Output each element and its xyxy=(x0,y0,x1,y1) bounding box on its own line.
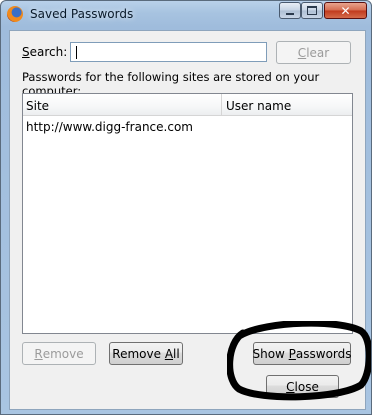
title-bar[interactable]: Saved Passwords ✕ xyxy=(1,1,371,29)
remove-all-button[interactable]: Remove All xyxy=(109,342,183,365)
site-cell: http://www.digg-france.com xyxy=(26,120,193,134)
close-button[interactable]: Close xyxy=(266,375,339,398)
list-header: Site User name xyxy=(23,94,352,116)
search-input[interactable] xyxy=(70,42,267,62)
list-row[interactable]: http://www.digg-france.com xyxy=(23,118,352,136)
window-close-button[interactable]: ✕ xyxy=(324,2,367,19)
column-separator[interactable] xyxy=(221,94,222,115)
column-header-site[interactable]: Site xyxy=(26,99,49,113)
dialog-content: Search: Clear Passwords for the followin… xyxy=(9,30,366,410)
minimize-icon xyxy=(286,12,294,15)
saved-passwords-window: Saved Passwords ✕ Search: Clear Password… xyxy=(0,0,372,415)
search-label: Search: xyxy=(22,45,68,59)
close-icon: ✕ xyxy=(340,3,351,18)
firefox-icon xyxy=(7,6,23,22)
text-caret xyxy=(76,46,77,59)
show-passwords-button[interactable]: Show Passwords xyxy=(252,342,352,365)
maximize-icon xyxy=(307,6,317,15)
column-header-username[interactable]: User name xyxy=(226,99,291,113)
minimize-button[interactable] xyxy=(279,2,301,19)
saved-passwords-list[interactable]: Site User name http://www.digg-france.co… xyxy=(22,93,353,334)
window-title: Saved Passwords xyxy=(30,7,134,21)
remove-button[interactable]: Remove xyxy=(22,342,96,365)
maximize-button[interactable] xyxy=(301,2,323,19)
clear-button[interactable]: Clear xyxy=(276,41,351,64)
